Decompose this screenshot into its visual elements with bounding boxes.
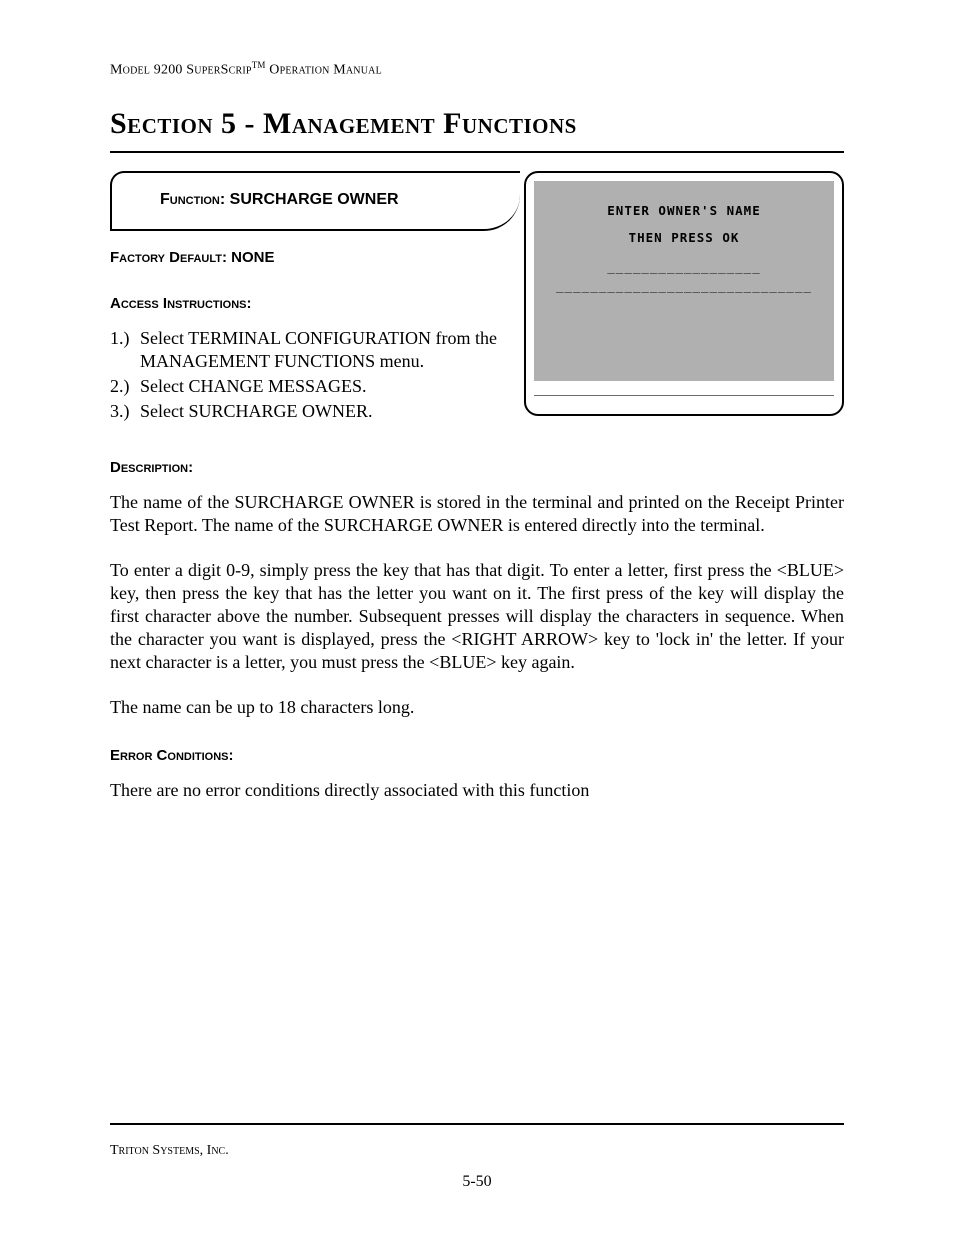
screen-line-2: THEN PRESS OK bbox=[534, 230, 834, 245]
step-number: 1.) bbox=[110, 327, 140, 373]
manual-page: Model 9200 SuperScripTM Operation Manual… bbox=[0, 0, 954, 1235]
function-label-prefix: Function: bbox=[160, 191, 230, 208]
section-title: Section 5 - Management Functions bbox=[110, 107, 844, 141]
screen-input-line-1: __________________ bbox=[534, 259, 834, 274]
title-rule bbox=[110, 151, 844, 153]
footer-page-number: 5-50 bbox=[0, 1173, 954, 1191]
content-area: ENTER OWNER'S NAME THEN PRESS OK _______… bbox=[110, 171, 844, 802]
access-instructions-label: Access Instructions: bbox=[110, 295, 252, 312]
access-instructions-heading: Access Instructions: bbox=[110, 295, 520, 313]
function-label-value: SURCHARGE OWNER bbox=[230, 191, 399, 208]
trademark-icon: TM bbox=[252, 60, 266, 70]
description-label: Description: bbox=[110, 459, 193, 476]
step-number: 2.) bbox=[110, 375, 140, 398]
access-step: 2.)Select CHANGE MESSAGES. bbox=[110, 375, 520, 398]
header-suffix: Operation Manual bbox=[266, 63, 382, 78]
description-paragraph-1: The name of the SURCHARGE OWNER is store… bbox=[110, 491, 844, 537]
screen-line-1: ENTER OWNER'S NAME bbox=[534, 203, 834, 218]
footer-company: Triton Systems, Inc. bbox=[110, 1143, 229, 1159]
screen-input-line-2: ______________________________ bbox=[534, 278, 834, 293]
footer-rule bbox=[110, 1123, 844, 1125]
error-conditions-text: There are no error conditions directly a… bbox=[110, 779, 844, 802]
screen-divider bbox=[534, 395, 834, 396]
left-column: Factory Default: NONE Access Instruction… bbox=[110, 249, 520, 423]
step-number: 3.) bbox=[110, 400, 140, 423]
error-conditions-label: Error Conditions: bbox=[110, 747, 234, 764]
description-heading: Description: bbox=[110, 459, 844, 477]
function-title-box: Function: SURCHARGE OWNER bbox=[110, 171, 520, 231]
terminal-screen-inner: ENTER OWNER'S NAME THEN PRESS OK _______… bbox=[534, 181, 834, 381]
terminal-screen-figure: ENTER OWNER'S NAME THEN PRESS OK _______… bbox=[524, 171, 844, 416]
access-step: 3.)Select SURCHARGE OWNER. bbox=[110, 400, 520, 423]
running-header: Model 9200 SuperScripTM Operation Manual bbox=[110, 60, 844, 79]
factory-default-label: Factory Default: bbox=[110, 249, 231, 266]
step-text: Select CHANGE MESSAGES. bbox=[140, 375, 520, 398]
access-steps-list: 1.)Select TERMINAL CONFIGURATION from th… bbox=[110, 327, 520, 423]
header-model: Model 9200 SuperScrip bbox=[110, 63, 252, 78]
step-text: Select SURCHARGE OWNER. bbox=[140, 400, 520, 423]
description-paragraph-2: To enter a digit 0-9, simply press the k… bbox=[110, 559, 844, 674]
error-conditions-heading: Error Conditions: bbox=[110, 747, 844, 765]
access-step: 1.)Select TERMINAL CONFIGURATION from th… bbox=[110, 327, 520, 373]
step-text: Select TERMINAL CONFIGURATION from the M… bbox=[140, 327, 520, 373]
factory-default-line: Factory Default: NONE bbox=[110, 249, 520, 267]
description-paragraph-3: The name can be up to 18 characters long… bbox=[110, 696, 844, 719]
function-label: Function: SURCHARGE OWNER bbox=[160, 191, 399, 209]
factory-default-value: NONE bbox=[231, 249, 274, 266]
